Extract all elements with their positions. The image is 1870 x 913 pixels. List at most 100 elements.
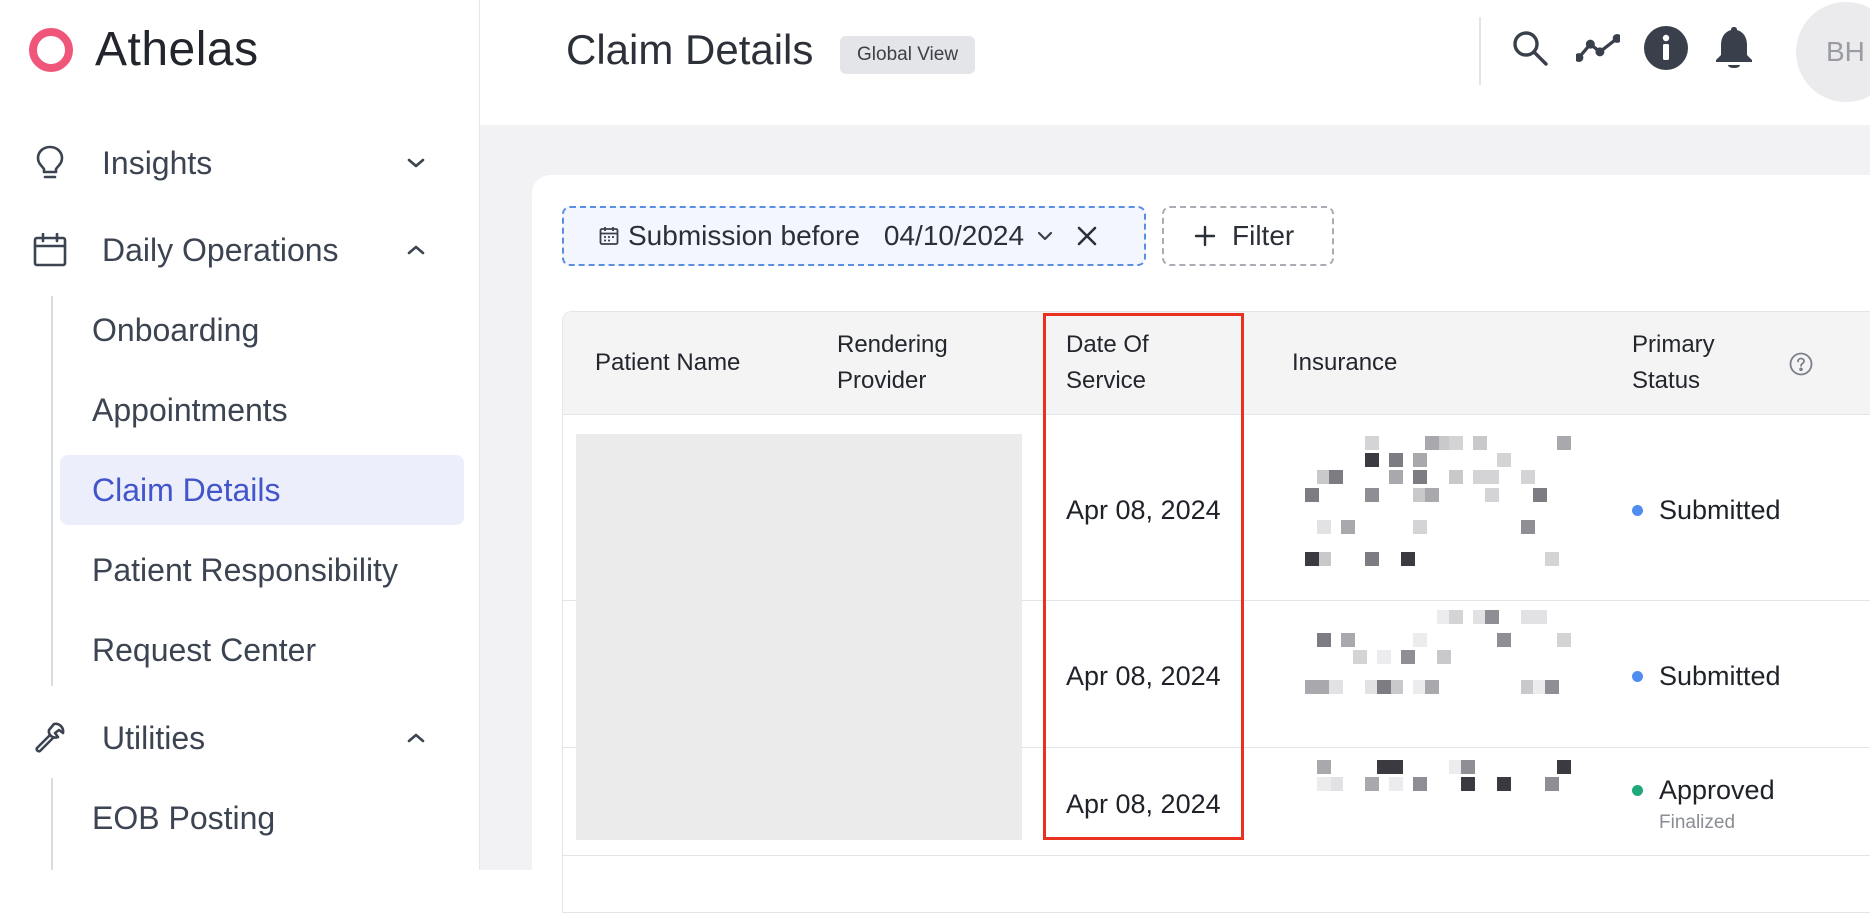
close-icon[interactable] (1074, 223, 1100, 249)
add-filter-button[interactable]: Filter (1162, 206, 1334, 266)
top-header: Claim Details Global View BH (480, 0, 1870, 125)
redaction-pixel (1401, 552, 1415, 566)
column-header-rendering-provider[interactable]: Rendering Provider (837, 312, 948, 414)
sidebar-item-label: Request Center (92, 631, 317, 668)
redaction-pixel (1485, 470, 1499, 484)
redaction-pixel (1413, 470, 1427, 484)
column-header-label: Service (1066, 367, 1147, 394)
redaction-pixel (1329, 470, 1343, 484)
claims-table: Patient Name Rendering Provider Date Of … (562, 311, 1870, 913)
column-header-primary-status[interactable]: Primary Status (1632, 312, 1715, 414)
status-label: Submitted (1659, 660, 1781, 691)
sidebar-item-patient-responsibility[interactable]: Patient Responsibility (60, 535, 464, 605)
header-divider (1479, 17, 1481, 85)
table-row-1-status: Submitted (1632, 490, 1781, 530)
page-title: Claim Details (566, 26, 814, 73)
status-label: Submitted (1659, 494, 1781, 525)
redaction-pixel (1413, 777, 1427, 791)
main-content: Submission before 04/10/2024 Filter Pati… (480, 125, 1870, 913)
chevron-up-icon[interactable] (402, 724, 430, 752)
user-avatar[interactable]: BH (1796, 2, 1870, 102)
redaction-pixel (1437, 650, 1451, 664)
sidebar-item-onboarding[interactable]: Onboarding (60, 295, 464, 365)
redaction-pixel (1317, 777, 1331, 791)
redaction-pixel (1377, 680, 1391, 694)
redaction-pixel (1533, 488, 1547, 502)
column-header-date-of-service[interactable]: Date Of Service (1066, 312, 1149, 414)
table-row-3-date: Apr 08, 2024 (1066, 788, 1221, 819)
chevron-up-icon[interactable] (402, 236, 430, 264)
redaction-pixel (1497, 777, 1511, 791)
status-dot-icon (1632, 784, 1643, 796)
submenu-guide-line (51, 296, 53, 686)
redaction-pixel (1329, 777, 1343, 791)
add-filter-label: Filter (1232, 220, 1295, 251)
sidebar-item-claim-details[interactable]: Claim Details (60, 455, 464, 525)
redacted-patient-provider (576, 434, 1022, 840)
help-circle-icon[interactable] (1789, 352, 1813, 381)
redaction-pixel (1317, 633, 1331, 647)
date-filter-chip[interactable]: Submission before 04/10/2024 (562, 206, 1146, 266)
column-header-insurance[interactable]: Insurance (1292, 312, 1397, 414)
redaction-pixel (1305, 488, 1319, 502)
redaction-pixel (1449, 610, 1463, 624)
sidebar-item-request-center[interactable]: Request Center (60, 615, 464, 685)
redaction-pixel (1305, 680, 1319, 694)
sidebar-section-daily-operations[interactable]: Daily Operations (0, 220, 480, 280)
logo-ring-icon (29, 27, 73, 72)
redaction-pixel (1461, 760, 1475, 774)
sidebar-section-insights[interactable]: Insights (0, 133, 480, 193)
redaction-pixel (1425, 436, 1439, 450)
redaction-pixel (1413, 633, 1427, 647)
redaction-pixel (1341, 633, 1355, 647)
sidebar-item-label: EOB Posting (92, 799, 276, 836)
redaction-pixel (1365, 436, 1379, 450)
bell-icon[interactable] (1712, 26, 1756, 70)
table-row-2-date: Apr 08, 2024 (1066, 660, 1221, 691)
info-icon[interactable] (1644, 26, 1688, 70)
redaction-pixel (1449, 470, 1463, 484)
table-row-2-status: Submitted (1632, 656, 1781, 696)
submenu-guide-line (51, 778, 53, 870)
redaction-pixel (1497, 633, 1511, 647)
sidebar-section-label: Insights (102, 144, 213, 181)
search-icon[interactable] (1508, 26, 1552, 70)
chevron-down-icon[interactable] (1034, 225, 1056, 247)
row-divider (563, 855, 1870, 856)
column-header-patient-name[interactable]: Patient Name (595, 312, 740, 414)
status-dot-icon (1632, 670, 1643, 682)
global-view-badge[interactable]: Global View (840, 36, 976, 74)
sidebar-section-label: Utilities (102, 719, 206, 756)
sidebar-section-utilities[interactable]: Utilities (0, 708, 480, 768)
redaction-pixel (1317, 760, 1331, 774)
sidebar-item-eob-posting[interactable]: EOB Posting (60, 783, 464, 853)
table-header: Patient Name Rendering Provider Date Of … (563, 312, 1870, 415)
redaction-pixel (1557, 633, 1571, 647)
trend-icon[interactable] (1576, 26, 1620, 70)
redaction-pixel (1317, 552, 1331, 566)
calendar-small-icon (598, 225, 620, 247)
sidebar-item-label: Onboarding (92, 311, 260, 348)
date-filter-value[interactable]: 04/10/2024 (884, 220, 1024, 252)
brand-logo[interactable]: Athelas (29, 22, 259, 77)
plus-icon (1194, 225, 1216, 247)
brand-name: Athelas (95, 23, 259, 76)
redaction-pixel (1545, 552, 1559, 566)
sidebar-item-appointments[interactable]: Appointments (60, 375, 464, 445)
redaction-pixel (1377, 650, 1391, 664)
redaction-pixel (1497, 453, 1511, 467)
sidebar: Athelas Insights Daily Operations Onboar… (0, 0, 480, 870)
status-dot-icon (1632, 504, 1643, 516)
redaction-pixel (1389, 760, 1403, 774)
sidebar-item-label: Appointments (92, 391, 288, 428)
lightbulb-icon (30, 143, 70, 183)
redaction-pixel (1521, 520, 1535, 534)
redaction-pixel (1389, 470, 1403, 484)
redaction-pixel (1389, 680, 1403, 694)
table-row-1-date: Apr 08, 2024 (1066, 494, 1221, 525)
status-label: Approved (1659, 774, 1775, 805)
chevron-down-icon[interactable] (402, 149, 430, 177)
column-header-label: Rendering (837, 331, 948, 358)
redaction-pixel (1365, 488, 1379, 502)
sidebar-item-label: Claim Details (92, 471, 281, 508)
